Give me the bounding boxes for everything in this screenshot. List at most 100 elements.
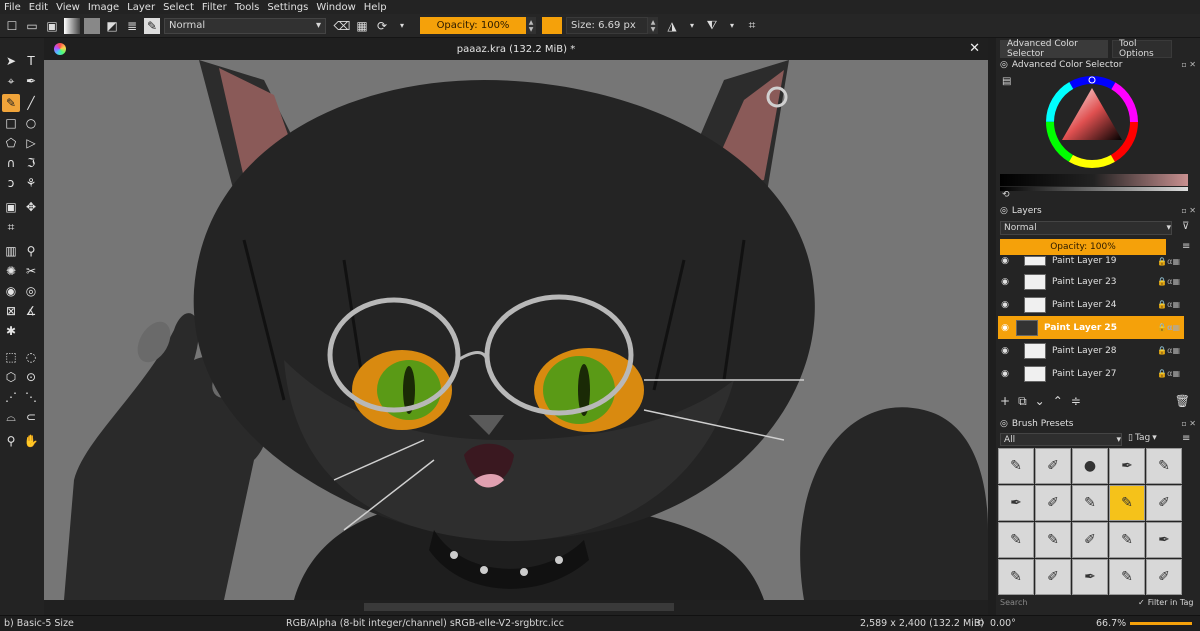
menu-window[interactable]: Window (316, 2, 355, 13)
layer-opacity-slider[interactable]: Opacity: 100% (1000, 239, 1166, 255)
layer-row[interactable]: ◉ Paint Layer 27 🔒α▦ (998, 362, 1184, 385)
menu-help[interactable]: Help (364, 2, 387, 13)
freehand-path-icon[interactable]: ℑ (22, 154, 40, 172)
rectangle-tool-icon[interactable]: □ (2, 114, 20, 132)
opacity-slider[interactable]: Opacity: 100% (420, 17, 526, 34)
brush-preset[interactable]: ✎ (1109, 522, 1145, 558)
layer-flags-icon[interactable]: 🔒α▦ (1157, 257, 1180, 266)
line-tool-icon[interactable]: ╱ (22, 94, 40, 112)
colorize-mask-icon[interactable]: ✺ (2, 262, 20, 280)
eye-icon[interactable]: ◉ (998, 300, 1012, 310)
eraser-icon[interactable]: ⌫ (334, 18, 351, 34)
menu-select[interactable]: Select (163, 2, 194, 13)
transform-tool-icon[interactable]: ▣ (2, 198, 20, 216)
color-picker-icon[interactable]: ⚲ (22, 242, 40, 260)
brush-settings-icon[interactable]: ≣ (124, 18, 140, 34)
tab-tool-options[interactable]: Tool Options (1112, 39, 1172, 59)
eye-icon[interactable]: ◉ (998, 323, 1012, 333)
chevron-down-icon[interactable]: ▾ (684, 18, 700, 34)
brush-preset[interactable]: ✎ (1109, 559, 1145, 595)
color-swatch[interactable] (542, 17, 562, 34)
filter-in-tag-checkbox[interactable]: ✓ Filter in Tag (1138, 598, 1193, 607)
brush-preset[interactable]: ✎ (998, 559, 1034, 595)
blend-mode-select[interactable]: Normal ▾ (164, 17, 326, 34)
panel-buttons[interactable]: ▫ ✕ (1181, 419, 1196, 428)
brush-search-input[interactable]: Search (1000, 598, 1124, 610)
brush-preset[interactable]: ✎ (998, 448, 1034, 484)
status-brush-name[interactable]: b) Basic-5 Size (4, 618, 74, 629)
layer-flags-icon[interactable]: 🔒α▦ (1157, 346, 1180, 355)
brush-preset[interactable]: ✒ (1146, 522, 1182, 558)
freehand-select-icon[interactable]: ⊙ (22, 368, 40, 386)
bezier-select-icon[interactable]: ⌓ (2, 408, 20, 426)
brush-preset[interactable]: ✐ (1035, 485, 1071, 521)
move-down-icon[interactable]: ⌄ (1035, 394, 1045, 409)
layer-row[interactable]: ◉ Paint Layer 28 🔒α▦ (998, 339, 1184, 362)
brush-preset[interactable]: ✐ (1035, 448, 1071, 484)
eye-icon[interactable]: ◉ (998, 346, 1012, 356)
size-stepper[interactable]: ▲ ▼ (648, 17, 658, 34)
status-zoom[interactable]: 66.7% (1096, 618, 1126, 629)
brush-options-icon[interactable]: ≡ (1182, 433, 1190, 444)
brush-preset[interactable]: ✐ (1072, 522, 1108, 558)
chevron-down-icon[interactable]: ▾ (724, 18, 740, 34)
zoom-tool-icon[interactable]: ⚲ (2, 432, 20, 450)
enclose-fill-icon[interactable]: ◎ (22, 282, 40, 300)
wrap-around-icon[interactable]: ⌗ (744, 18, 760, 34)
brush-preset[interactable]: ✎ (1146, 448, 1182, 484)
layer-row[interactable]: ◉ Paint Layer 19 🔒α▦ (998, 255, 1184, 267)
layer-flags-icon[interactable]: 🔒α▦ (1157, 369, 1180, 378)
brush-preset[interactable]: ✐ (1146, 485, 1182, 521)
drawing-canvas[interactable] (44, 60, 988, 600)
chevron-down-icon[interactable]: ▾ (394, 18, 410, 34)
panel-menu-icon[interactable]: ◎ (1000, 60, 1008, 70)
panel-buttons[interactable]: ▫ ✕ (1181, 60, 1196, 69)
layer-blend-select[interactable]: Normal ▾ (1000, 221, 1172, 235)
brush-preset[interactable]: ✎ (1035, 522, 1071, 558)
document-title[interactable]: paaaz.kra (132.2 MiB) * (457, 44, 575, 55)
duplicate-layer-icon[interactable]: ⧉ (1018, 394, 1027, 409)
color-settings-icon[interactable]: ▤ (1002, 76, 1011, 87)
mirror-horizontal-icon[interactable]: ◮ (664, 18, 680, 34)
ellipse-select-icon[interactable]: ◌ (22, 348, 40, 366)
multibrush-icon[interactable]: ⚘ (22, 174, 40, 192)
layer-options-icon[interactable]: ≡ (1182, 241, 1190, 252)
color-history-bar[interactable] (1000, 174, 1188, 186)
status-rotation[interactable]: 0.00° (990, 618, 1016, 629)
measure-tool-icon[interactable]: ∡ (22, 302, 40, 320)
layer-properties-icon[interactable]: ≑ (1071, 394, 1081, 409)
menu-settings[interactable]: Settings (267, 2, 308, 13)
menu-tools[interactable]: Tools (235, 2, 260, 13)
alpha-lock-icon[interactable]: ▦ (354, 18, 370, 34)
brush-preset[interactable]: ✒ (1109, 448, 1145, 484)
menu-edit[interactable]: Edit (29, 2, 48, 13)
pan-tool-icon[interactable]: ✋ (22, 432, 40, 450)
reference-images-icon[interactable]: ✱ (2, 322, 20, 340)
menu-layer[interactable]: Layer (127, 2, 155, 13)
panel-menu-icon[interactable]: ◎ (1000, 206, 1008, 216)
close-icon[interactable]: ✕ (969, 41, 980, 56)
move-up-icon[interactable]: ⌃ (1053, 394, 1063, 409)
fill-tool-icon[interactable]: ◉ (2, 282, 20, 300)
freehand-brush-icon[interactable]: ✎ (2, 94, 20, 112)
horizontal-scrollbar[interactable] (44, 600, 988, 615)
similar-select-icon[interactable]: ⋱ (22, 388, 40, 406)
layer-flags-icon[interactable]: 🔒α▦ (1157, 277, 1180, 286)
eye-icon[interactable]: ◉ (998, 277, 1012, 287)
tab-advanced-color-selector[interactable]: Advanced Color Selector (1000, 39, 1108, 59)
brush-preset[interactable]: ● (1072, 448, 1108, 484)
smart-patch-icon[interactable]: ✂ (22, 262, 40, 280)
dynamic-brush-icon[interactable]: ↄ (2, 174, 20, 192)
brush-preset[interactable]: ✎ (1072, 485, 1108, 521)
bezier-tool-icon[interactable]: ∩ (2, 154, 20, 172)
delete-layer-icon[interactable]: 🗑 (1175, 394, 1190, 408)
brush-preset[interactable]: ✐ (1146, 559, 1182, 595)
ellipse-tool-icon[interactable]: ○ (22, 114, 40, 132)
brush-filter-select[interactable]: All ▾ (1000, 433, 1122, 446)
color-history-bar-2[interactable] (1000, 187, 1188, 191)
save-icon[interactable]: ▣ (44, 18, 60, 34)
open-folder-icon[interactable]: ▭ (24, 18, 40, 34)
layer-row[interactable]: ◉ Paint Layer 24 🔒α▦ (998, 293, 1184, 316)
assistant-tool-icon[interactable]: ⊠ (2, 302, 20, 320)
eye-icon[interactable]: ◉ (998, 256, 1012, 266)
